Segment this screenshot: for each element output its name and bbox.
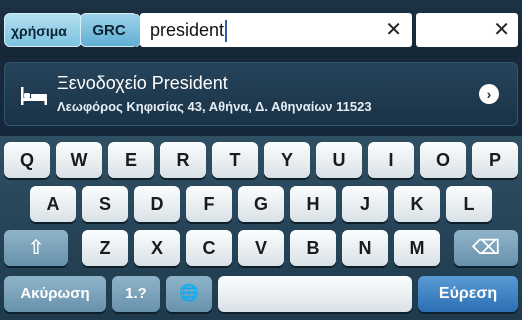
key-x[interactable]: X [134, 230, 180, 266]
key-d[interactable]: D [134, 186, 180, 222]
useful-chip[interactable]: χρήσιμα [4, 13, 82, 47]
suggestion-list: Ξενοδοχείο President Λεωφόρος Κηφισίας 4… [0, 58, 522, 136]
space-key[interactable] [218, 276, 412, 312]
key-q[interactable]: Q [4, 142, 50, 178]
secondary-input[interactable]: ✕ [416, 13, 518, 47]
suggestion-item[interactable]: Ξενοδοχείο President Λεωφόρος Κηφισίας 4… [4, 62, 518, 126]
region-chip[interactable]: GRC [80, 13, 138, 47]
key-b[interactable]: B [290, 230, 336, 266]
key-s[interactable]: S [82, 186, 128, 222]
key-y[interactable]: Y [264, 142, 310, 178]
key-z[interactable]: Z [82, 230, 128, 266]
backspace-key[interactable]: ⌫ [454, 230, 518, 266]
key-i[interactable]: I [368, 142, 414, 178]
globe-icon[interactable]: 🌐 [166, 276, 212, 312]
key-w[interactable]: W [56, 142, 102, 178]
key-p[interactable]: P [472, 142, 518, 178]
cancel-button[interactable]: Ακύρωση [4, 276, 106, 312]
chevron-right-icon[interactable]: › [479, 84, 499, 104]
key-c[interactable]: C [186, 230, 232, 266]
key-v[interactable]: V [238, 230, 284, 266]
clear-secondary-icon[interactable]: ✕ [493, 13, 510, 47]
key-u[interactable]: U [316, 142, 362, 178]
search-query-text: president [150, 13, 228, 47]
shift-key[interactable]: ⇧ [4, 230, 68, 266]
key-g[interactable]: G [238, 186, 284, 222]
key-e[interactable]: E [108, 142, 154, 178]
key-h[interactable]: H [290, 186, 336, 222]
key-r[interactable]: R [160, 142, 206, 178]
key-a[interactable]: A [30, 186, 76, 222]
key-f[interactable]: F [186, 186, 232, 222]
text-cursor [225, 20, 228, 43]
keyboard: Q W E R T Y U I O P A S D F G H J K L ⇧ … [0, 136, 522, 320]
suggestion-title: Ξενοδοχείο President [57, 73, 228, 93]
search-input[interactable]: president ✕ [140, 13, 412, 47]
key-t[interactable]: T [212, 142, 258, 178]
key-k[interactable]: K [394, 186, 440, 222]
search-button[interactable]: Εύρεση [418, 276, 518, 312]
clear-search-icon[interactable]: ✕ [385, 13, 402, 47]
numbers-key[interactable]: 1.? [112, 276, 160, 312]
search-query-value: president [150, 20, 225, 40]
key-l[interactable]: L [446, 186, 492, 222]
key-m[interactable]: M [394, 230, 440, 266]
key-o[interactable]: O [420, 142, 466, 178]
key-n[interactable]: N [342, 230, 388, 266]
bed-icon [21, 87, 47, 105]
region-chip-label: GRC [92, 22, 126, 39]
key-j[interactable]: J [342, 186, 388, 222]
search-bar: χρήσιμα GRC president ✕ ✕ [0, 0, 522, 58]
suggestion-address: Λεωφόρος Κηφισίας 43, Αθήνα, Δ. Αθηναίων… [57, 99, 372, 114]
